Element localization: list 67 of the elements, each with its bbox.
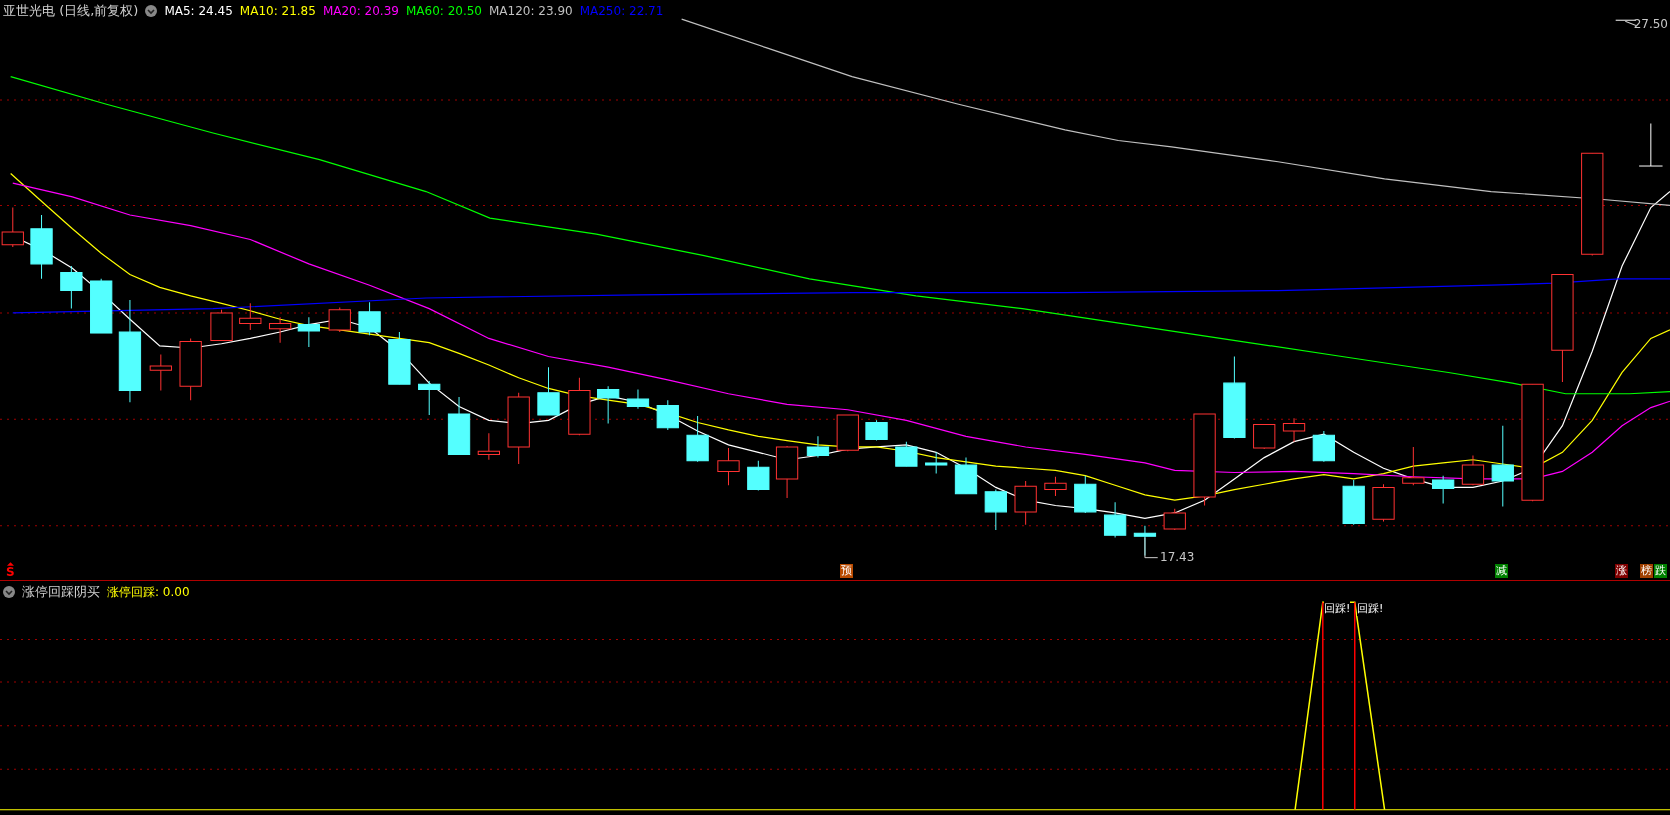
- signal-tag: 榜: [1640, 564, 1653, 578]
- stock-title: 亚世光电 (日线,前复权): [3, 2, 139, 20]
- high-price-label: 27.50: [1633, 17, 1668, 31]
- moving-average-value: MA5: 24.45: [164, 4, 233, 18]
- moving-average-value: MA120: 23.90: [489, 4, 573, 18]
- candlestick: [954, 457, 978, 495]
- low-price-label: 17.43: [1160, 550, 1195, 564]
- indicator-value: 涨停回踩: 0.00: [107, 583, 190, 601]
- candlestick: [1402, 446, 1425, 486]
- candlestick: [1103, 501, 1127, 538]
- candlestick: [656, 399, 679, 431]
- candlestick: [597, 385, 620, 425]
- candlestick: [1432, 475, 1455, 504]
- candlestick: [1253, 424, 1276, 450]
- candlestick: [90, 278, 113, 334]
- candlestick: [806, 435, 830, 459]
- indicator-title: 涨停回踩阴买: [22, 583, 100, 601]
- candlestick: [1163, 508, 1186, 531]
- candlestick: [775, 445, 799, 499]
- candlestick: [328, 307, 351, 333]
- candlestick: [297, 316, 320, 348]
- candlestick: [747, 460, 770, 492]
- signal-tag: 减: [1495, 564, 1508, 578]
- candlestick: [925, 451, 948, 475]
- limit-up-mark: [1638, 122, 1664, 167]
- candlestick: [1282, 417, 1306, 443]
- candlestick: [149, 353, 172, 392]
- candlestick: [1044, 476, 1067, 497]
- candlestick: [179, 337, 202, 401]
- candlestick: [210, 309, 233, 342]
- up-arrow-icon: [6, 562, 14, 566]
- candlestick: [984, 489, 1007, 531]
- candlestick: [1342, 479, 1365, 526]
- dropdown-icon[interactable]: [3, 586, 15, 598]
- candlestick: [239, 302, 262, 331]
- candlestick: [865, 419, 888, 442]
- candlestick: [537, 366, 560, 416]
- candlestick: [268, 316, 292, 344]
- signal-tag: 预: [840, 564, 853, 578]
- pullback-label: 回踩!: [1357, 601, 1384, 616]
- signal-tag: 涨: [1615, 564, 1628, 578]
- candlestick: [447, 396, 471, 455]
- pullback-label: 回踩!: [1324, 601, 1351, 616]
- candlestick: [1312, 430, 1335, 463]
- candlestick: [568, 377, 591, 436]
- candlestick: [60, 265, 83, 310]
- candlestick: [1372, 483, 1395, 522]
- candlestick: [477, 432, 500, 461]
- signal-tag: 跌: [1654, 564, 1667, 578]
- candlestick: [30, 214, 53, 280]
- moving-average-value: MA250: 22.71: [579, 4, 664, 18]
- candlestick: [626, 389, 650, 410]
- moving-average-value: MA10: 21.85: [239, 4, 316, 18]
- candlestick: [836, 414, 859, 452]
- candlestick: [895, 441, 918, 467]
- candlestick: [1014, 480, 1037, 526]
- candlestick: [418, 380, 441, 416]
- moving-average-value: MA20: 20.39: [322, 4, 399, 18]
- signal-label: S: [6, 566, 15, 579]
- candlestick: [717, 447, 740, 486]
- candlestick: [388, 331, 411, 385]
- candlestick: [1074, 475, 1097, 514]
- candlestick: [358, 301, 381, 336]
- dropdown-icon[interactable]: [145, 5, 158, 17]
- candlestick: [686, 415, 709, 463]
- candlestick: [1461, 455, 1485, 486]
- moving-average-value: MA60: 20.50: [405, 4, 482, 18]
